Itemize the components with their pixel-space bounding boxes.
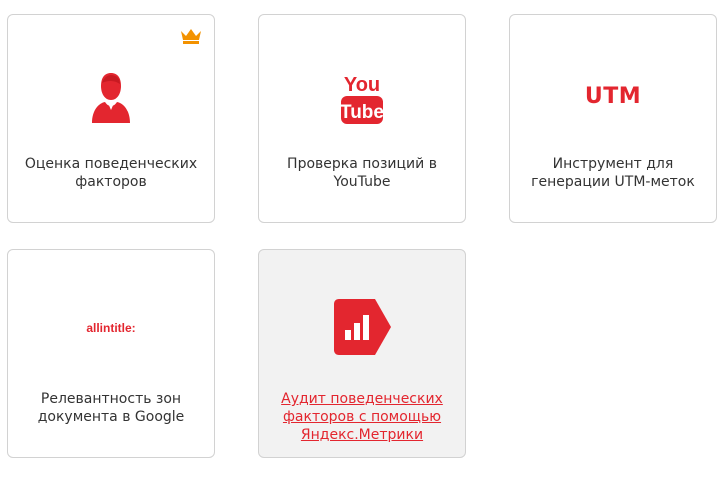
utm-logo-text: UTM — [584, 83, 642, 109]
youtube-logo-tube: Tube — [340, 102, 384, 123]
tool-card-link-label[interactable]: Аудит поведенческих факторов с помощью Я… — [269, 390, 455, 444]
tool-card-google-relevance[interactable]: allintitle: Релевантность зон документа … — [7, 249, 215, 458]
tool-card-label: Проверка позиций в YouTube — [287, 156, 437, 190]
youtube-logo-you: You — [344, 74, 380, 96]
utm-logo: UTM — [510, 81, 716, 111]
crown-icon — [179, 27, 203, 49]
youtube-logo: You Tube — [259, 65, 465, 133]
allintitle-logo-text: allintitle: — [86, 321, 136, 335]
tool-card-youtube-positions[interactable]: You Tube Проверка позиций в YouTube — [258, 14, 466, 223]
allintitle-logo: allintitle: — [8, 318, 214, 338]
tool-card-label: Релевантность зон документа в Google — [37, 391, 185, 425]
yandex-metrica-icon — [259, 296, 465, 358]
tool-card-yandex-metrica-audit[interactable]: Аудит поведенческих факторов с помощью Я… — [258, 249, 466, 458]
tool-card-label: Оценка поведенческих факторов — [24, 156, 198, 190]
tool-card-utm-generator[interactable]: UTM Инструмент для генерации UTM-меток — [509, 14, 717, 223]
tool-card-label: Инструмент для генерации UTM-меток — [531, 156, 695, 190]
tool-card-behavior-factors[interactable]: Оценка поведенческих факторов — [7, 14, 215, 223]
user-icon — [8, 67, 214, 127]
